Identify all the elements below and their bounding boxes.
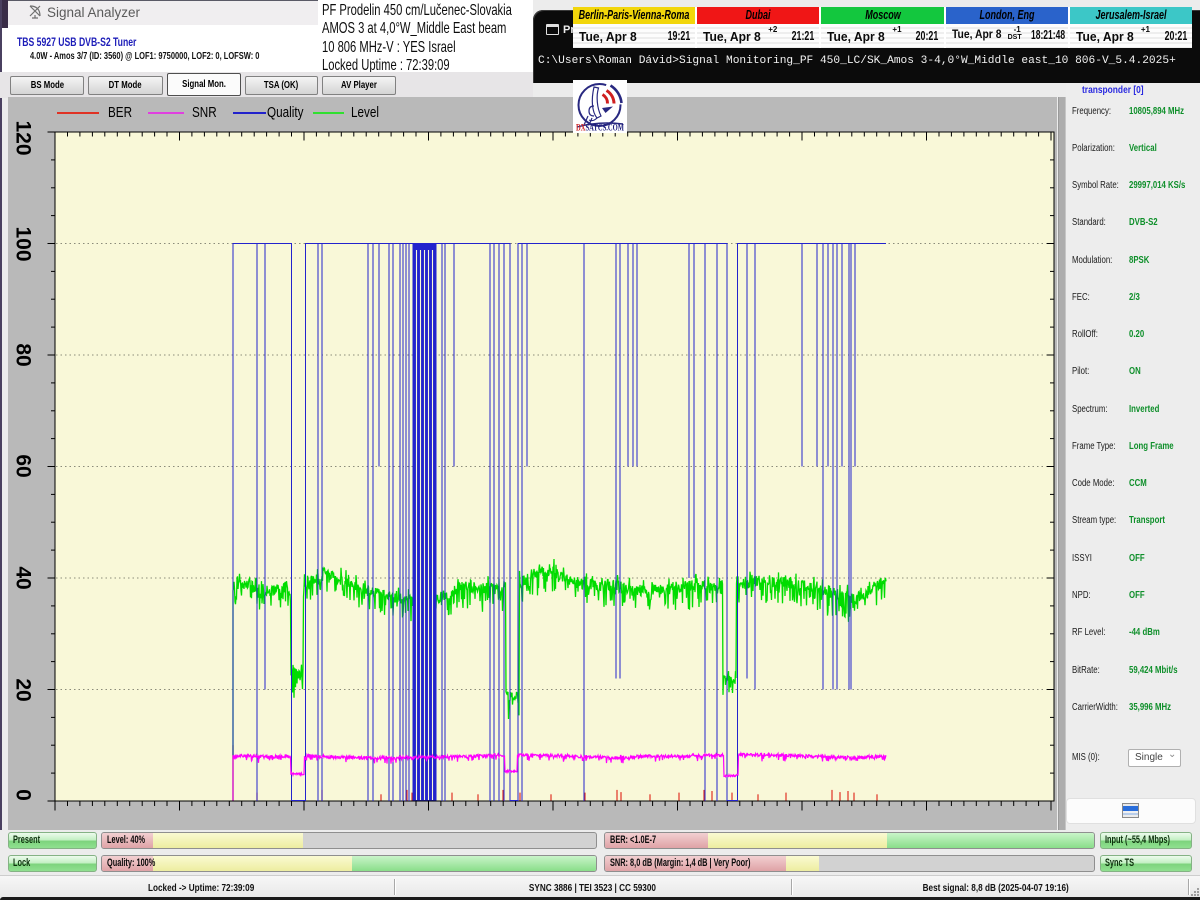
svg-text:DXSATCS.COM: DXSATCS.COM [576, 123, 624, 133]
svg-text:60: 60 [12, 454, 35, 477]
svg-text:20: 20 [12, 678, 35, 701]
svg-text:40: 40 [12, 566, 35, 589]
svg-text:80: 80 [12, 343, 35, 366]
svg-text:100: 100 [12, 226, 35, 261]
svg-text:0: 0 [12, 789, 35, 801]
svg-text:120: 120 [12, 120, 35, 155]
